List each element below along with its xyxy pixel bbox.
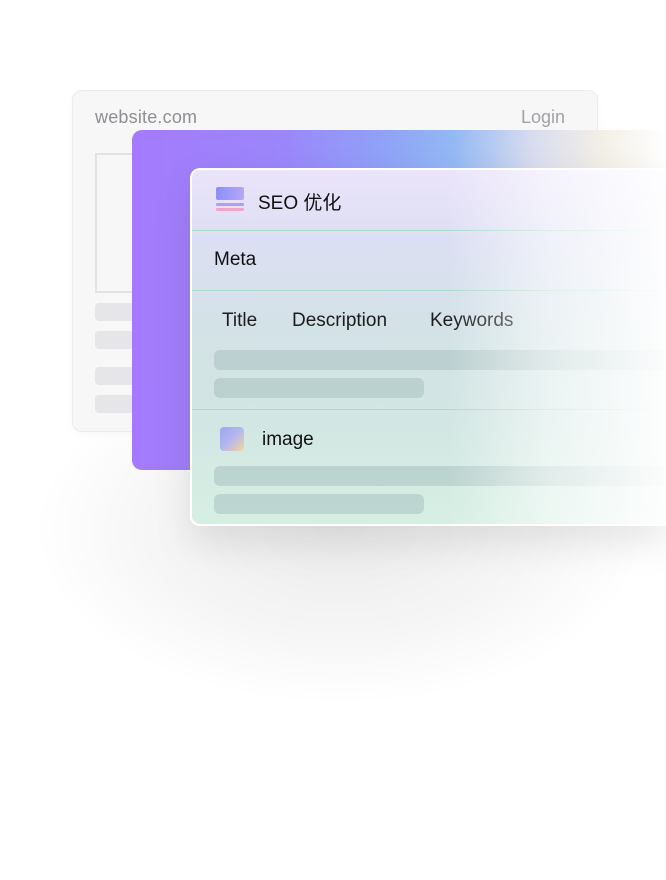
illustration-stage: website.com Login SEO 优化 Meta Title Desc…	[0, 0, 666, 880]
image-section-label: image	[262, 429, 314, 450]
seo-panel-title: SEO 优化	[258, 193, 342, 214]
seo-panel: SEO 优化 Meta Title Description Keywords i…	[190, 168, 666, 526]
skeleton-line	[214, 494, 424, 514]
login-link[interactable]: Login	[521, 107, 565, 128]
seo-panel-header: SEO 优化	[192, 170, 666, 231]
seo-card-icon	[216, 187, 244, 211]
skeleton-line	[214, 350, 666, 370]
skeleton-line	[214, 466, 666, 486]
tab-description[interactable]: Description	[292, 310, 387, 332]
section-divider	[192, 409, 666, 410]
meta-section-header: Meta	[192, 231, 666, 291]
tab-keywords[interactable]: Keywords	[430, 310, 513, 332]
meta-section-label: Meta	[214, 249, 257, 270]
image-icon	[220, 427, 244, 451]
skeleton-line	[214, 378, 424, 398]
content-frame-placeholder	[95, 153, 135, 293]
tab-title[interactable]: Title	[222, 310, 257, 332]
website-domain: website.com	[95, 107, 198, 127]
